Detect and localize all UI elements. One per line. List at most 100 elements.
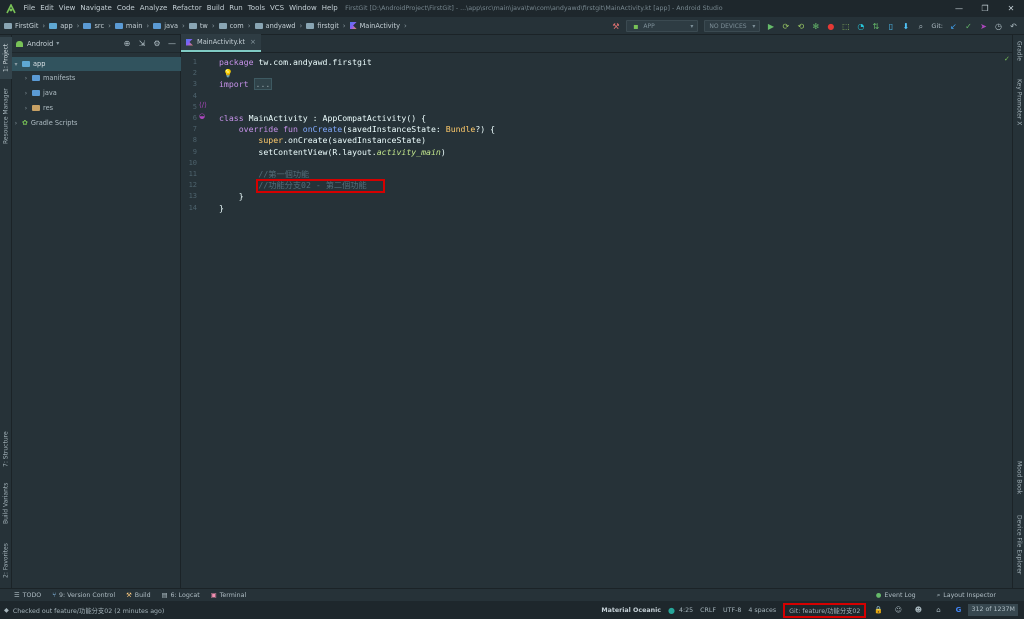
breadcrumb-item[interactable]: src	[83, 22, 104, 30]
tab-mood-book[interactable]: Mood Book	[1013, 461, 1024, 505]
tab-logcat[interactable]: ▤ 6: Logcat	[162, 592, 200, 599]
code-area[interactable]: 1 2 3 4 5 6 7 8 9 10 11 12 13 14 ⟨/⟩ ◒ 💡…	[181, 54, 1012, 588]
menu-view[interactable]: View	[56, 0, 78, 17]
tab-key-promoter[interactable]: Key Promoter X	[1013, 79, 1024, 137]
breadcrumb-item[interactable]: main	[114, 22, 142, 30]
device-select[interactable]: NO DEVICES ▾	[704, 20, 761, 32]
tab-resource-manager[interactable]: Resource Manager	[0, 85, 12, 147]
menu-vcs[interactable]: VCS	[267, 0, 286, 17]
breadcrumb-label: com	[229, 21, 244, 30]
class-implementation-icon[interactable]: ⟨/⟩	[199, 101, 207, 109]
vcs-rollback-icon[interactable]: ↶	[1009, 22, 1018, 31]
gradle-sync-icon[interactable]: ⇅	[871, 22, 880, 31]
tree-item-app[interactable]: ▾ app	[12, 57, 181, 71]
menu-window[interactable]: Window	[287, 0, 320, 17]
tab-todo[interactable]: ☰ TODO	[14, 592, 41, 599]
menu-analyze[interactable]: Analyze	[137, 0, 170, 17]
minimize-button[interactable]: —	[946, 0, 972, 17]
menu-build[interactable]: Build	[204, 0, 227, 17]
vcs-update-icon[interactable]: ↙	[949, 22, 958, 31]
menu-tools[interactable]: Tools	[245, 0, 267, 17]
theme-dot-icon: ●	[668, 605, 675, 615]
breadcrumb-item[interactable]: MainActivity	[349, 22, 400, 30]
tab-event-log[interactable]: ● Event Log	[876, 592, 916, 599]
sdk-manager-icon[interactable]: ⬇	[901, 22, 910, 31]
breadcrumb-item[interactable]: com	[218, 21, 244, 30]
breadcrumb-item[interactable]: FirstGit	[4, 22, 38, 30]
tree-item-res[interactable]: › res	[12, 101, 181, 115]
build-icon: ⚒	[126, 591, 132, 599]
locate-file-icon[interactable]: ⊕	[122, 38, 132, 48]
tree-item-manifests[interactable]: › manifests	[12, 71, 181, 85]
menu-file[interactable]: File	[21, 0, 38, 17]
breadcrumb-item[interactable]: java	[153, 22, 178, 30]
git-branch-widget[interactable]: Git: feature/功能分支02	[783, 602, 867, 618]
chevron-right-icon: ›	[299, 21, 303, 30]
caret-position[interactable]: 4:25	[679, 607, 693, 614]
theme-indicator[interactable]: Material Oceanic	[601, 607, 661, 614]
search-icon[interactable]: ⌕	[916, 22, 925, 31]
lock-icon[interactable]: 🔒	[874, 606, 883, 614]
hide-panel-icon[interactable]: —	[167, 38, 177, 48]
tab-project[interactable]: 1: Project	[0, 37, 12, 79]
run-icon[interactable]: ▶	[766, 22, 775, 31]
folded-imports[interactable]: ...	[253, 78, 273, 91]
menu-refactor[interactable]: Refactor	[170, 0, 204, 17]
vcs-history-icon[interactable]: ◷	[994, 22, 1003, 31]
close-window-button[interactable]: ✕	[998, 0, 1024, 17]
collapse-all-icon[interactable]: ⇲	[137, 38, 147, 48]
breadcrumb-item[interactable]: firstgit	[306, 22, 339, 30]
avd-manager-icon[interactable]: ▯	[886, 22, 895, 31]
vcs-push-icon[interactable]: ➤	[979, 22, 988, 31]
android-studio-logo-icon	[4, 3, 18, 15]
tab-mainactivity[interactable]: MainActivity.kt ×	[181, 34, 261, 52]
line-number: 1	[192, 58, 197, 66]
lightbulb-icon[interactable]: 💡	[223, 69, 233, 78]
breadcrumb-item[interactable]: tw	[188, 22, 208, 30]
tab-device-file-explorer[interactable]: Device File Explorer	[1013, 515, 1024, 581]
close-icon[interactable]: ×	[250, 38, 256, 46]
line-number: 7	[192, 125, 197, 134]
tree-item-java[interactable]: › java	[12, 86, 181, 100]
line-separator[interactable]: CRLF	[700, 607, 716, 614]
vcs-commit-icon[interactable]: ✓	[964, 22, 973, 31]
tab-favorites[interactable]: 2: Favorites	[0, 539, 12, 583]
event-icon[interactable]: ⌂	[934, 606, 942, 614]
override-method-icon[interactable]: ◒	[199, 112, 205, 120]
menu-navigate[interactable]: Navigate	[78, 0, 114, 17]
tab-layout-inspector[interactable]: ⌕ Layout Inspector	[937, 592, 996, 600]
run-config-select[interactable]: ▪ APP ▾	[626, 20, 699, 32]
inspection-icon[interactable]: ☻	[914, 606, 922, 614]
menu-run[interactable]: Run	[227, 0, 245, 17]
attach-debugger-icon[interactable]: ⬚	[841, 22, 850, 31]
breadcrumb-item[interactable]: app	[49, 22, 73, 30]
chevron-down-icon: ▾	[56, 40, 60, 47]
maximize-button[interactable]: ❐	[972, 0, 998, 17]
chevron-right-icon: ›	[76, 21, 80, 30]
build-hammer-icon[interactable]: ⚒	[611, 22, 620, 31]
file-encoding[interactable]: UTF-8	[723, 607, 741, 614]
tab-gradle[interactable]: Gradle	[1013, 41, 1024, 71]
google-icon[interactable]: G	[954, 606, 962, 614]
tab-terminal[interactable]: ▣ Terminal	[211, 592, 247, 599]
tab-build-variants[interactable]: Build Variants	[0, 479, 12, 527]
profile-icon[interactable]: ◔	[856, 22, 865, 31]
memory-indicator[interactable]: 312 of 1237M	[968, 604, 1018, 616]
menu-edit[interactable]: Edit	[38, 0, 57, 17]
tab-version-control[interactable]: ⑂ 9: Version Control	[52, 592, 115, 599]
chevron-right-icon: ›	[24, 74, 28, 82]
gear-icon[interactable]: ⚙	[152, 38, 162, 48]
stop-icon[interactable]: ●	[826, 22, 835, 31]
line-number: 8	[192, 136, 197, 145]
tab-build[interactable]: ⚒ Build	[126, 592, 150, 599]
debug-icon[interactable]: ✻	[811, 22, 820, 31]
indent-setting[interactable]: 4 spaces	[748, 607, 776, 614]
menu-help[interactable]: Help	[319, 0, 340, 17]
tree-item-gradle-scripts[interactable]: › ✿ Gradle Scripts	[12, 116, 181, 130]
breadcrumb-item[interactable]: andyawd	[254, 22, 295, 30]
apply-code-changes-icon[interactable]: ⟲	[796, 22, 805, 31]
menu-code[interactable]: Code	[114, 0, 137, 17]
tab-structure[interactable]: 7: Structure	[0, 427, 12, 471]
apply-changes-icon[interactable]: ⟳	[781, 22, 790, 31]
face-icon[interactable]: ☺	[894, 606, 902, 614]
